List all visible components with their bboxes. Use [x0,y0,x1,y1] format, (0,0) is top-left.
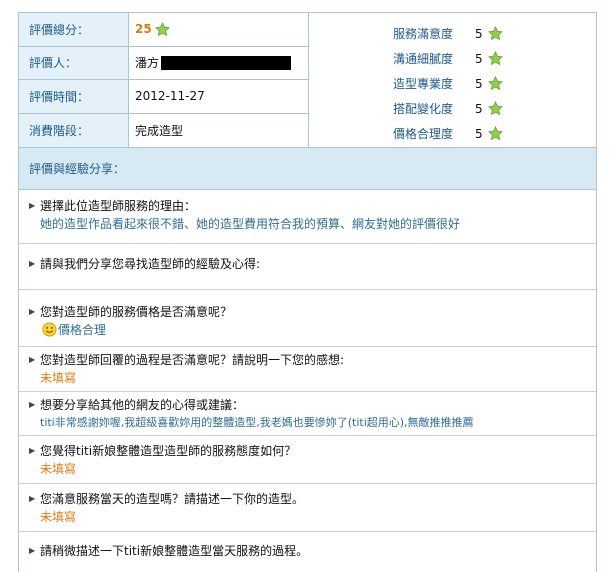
arrow-right-icon: ▶ [29,494,36,503]
redaction-bar [161,55,292,70]
star-icon [488,126,503,141]
qa-question: 選擇此位造型師服務的理由： [40,199,197,213]
qa-question: 想要分享給其他的網友的心得或建議： [40,398,245,412]
criterion-professionalism: 造型專業度 5 [393,71,596,96]
qa-question: 請稍微描述一下titi新娘整體造型當天服務的過程。 [40,544,309,558]
criterion-score: 5 [475,101,483,116]
review-panel: 評價總分： 25 評價人： 潘方 評價時間： 2012-11-27 消費階段： [18,12,597,572]
criterion-label: 造型專業度 [393,77,454,91]
stage-label: 消費階段： [19,113,129,147]
smiley-icon [42,322,57,337]
qa-answer: 未填寫 [40,510,77,524]
qa-answer: 未填寫 [40,371,77,385]
section-header: 評價與經驗分享： [19,148,596,190]
qa-question: 您對造型師的服務價格是否滿意呢？ [40,305,233,319]
qa-question: 您對造型師回覆的過程是否滿意呢？請說明一下您的感想: [40,353,345,367]
qa-answer: titi非常感謝妳喔,我超級喜歡妳用的整體造型,我老媽也要慘妳了(titi超用心… [40,416,474,429]
qa-item: ▶ 想要分享給其他的網友的心得或建議： titi非常感謝妳喔,我超級喜歡妳用的整體… [19,392,596,436]
summary-fields: 評價總分： 25 評價人： 潘方 評價時間： 2012-11-27 消費階段： [19,13,309,147]
arrow-right-icon: ▶ [29,355,36,364]
qa-item: ▶ 您對造型師的服務價格是否滿意呢？ 價格合理 [19,290,596,347]
total-score-label: 評價總分： [19,13,129,46]
qa-item: ▶ 選擇此位造型師服務的理由： 她的造型作品看起來很不錯、她的造型費用符合我的預算… [19,190,596,244]
arrow-right-icon: ▶ [29,446,36,455]
reviewer-name: 潘方 [135,56,160,71]
star-icon [488,26,503,41]
stage-value: 完成造型 [129,113,309,147]
criterion-score: 5 [475,126,483,141]
qa-question: 請與我們分享您尋找造型師的經驗及心得: [40,257,261,271]
qa-item: ▶ 您滿意服務當天的造型嗎？請描述一下你的造型。 未填寫 [19,484,596,532]
star-icon [488,101,503,116]
review-date-row: 評價時間： 2012-11-27 [19,80,309,114]
arrow-right-icon: ▶ [29,307,36,316]
reviewer-label: 評價人： [19,46,129,79]
qa-answer-text: 價格合理 [58,323,107,337]
review-date-label: 評價時間： [19,80,129,113]
criterion-label: 價格合理度 [393,127,454,141]
criterion-score: 5 [475,26,483,41]
reviewer-row: 評價人： 潘方 [19,46,309,80]
review-summary: 評價總分： 25 評價人： 潘方 評價時間： 2012-11-27 消費階段： [19,13,596,148]
criterion-label: 搭配變化度 [393,102,454,116]
qa-question: 您覺得titi新娘整體造型造型師的服務態度如何？ [40,444,297,458]
qa-item: ▶ 請與我們分享您尋找造型師的經驗及心得: [19,244,596,290]
total-score-row: 評價總分： 25 [19,13,309,47]
arrow-right-icon: ▶ [29,400,36,409]
criterion-communication: 溝通細膩度 5 [393,46,596,71]
criterion-label: 服務滿意度 [393,27,454,41]
criterion-service: 服務滿意度 5 [393,21,596,46]
arrow-right-icon: ▶ [29,546,36,555]
criterion-variety: 搭配變化度 5 [393,96,596,121]
star-icon [488,51,503,66]
qa-answer: 她的造型作品看起來很不錯、她的造型費用符合我的預算、網友對她的評價很好 [40,217,461,231]
arrow-right-icon: ▶ [29,259,36,268]
qa-answer: 價格合理 [29,321,596,339]
criteria-ratings: 服務滿意度 5 溝通細膩度 5 造型專業度 5 搭配變化度 5 價格合理度 5 [309,13,596,147]
qa-item: ▶ 您覺得titi新娘整體造型造型師的服務態度如何？ 未填寫 [19,436,596,484]
total-score-value: 25 [129,13,309,46]
stage-row: 消費階段： 完成造型 [19,113,309,147]
qa-question: 您滿意服務當天的造型嗎？請描述一下你的造型。 [40,492,305,506]
criterion-score: 5 [475,76,483,91]
review-date-value: 2012-11-27 [129,80,309,113]
qa-item: ▶ 請稍微描述一下titi新娘整體造型當天服務的過程。 [19,532,596,572]
arrow-right-icon: ▶ [29,201,36,210]
qa-answer: 未填寫 [40,462,77,476]
criterion-score: 5 [475,51,483,66]
star-icon [488,76,503,91]
total-score-number: 25 [135,22,152,37]
criterion-price: 價格合理度 5 [393,121,596,146]
star-icon [154,21,170,37]
reviewer-value: 潘方 [129,46,309,79]
qa-item: ▶ 您對造型師回覆的過程是否滿意呢？請說明一下您的感想: 未填寫 [19,347,596,392]
criterion-label: 溝通細膩度 [393,52,454,66]
